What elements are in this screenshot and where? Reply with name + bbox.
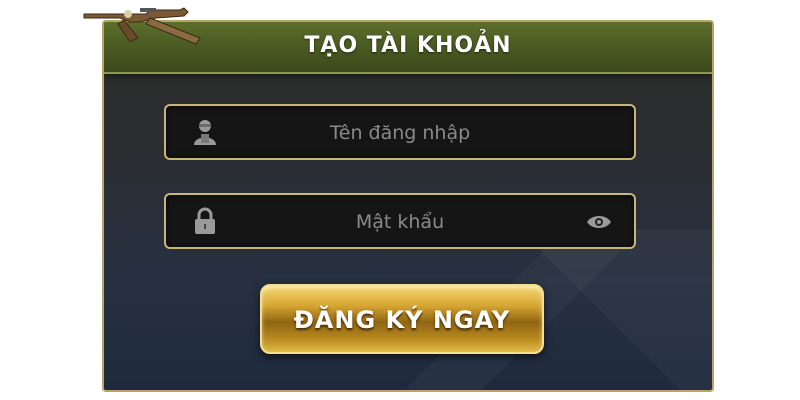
- register-dialog: TẠO TÀI KHOẢN Tên đăng nhập Mật khẩu ĐĂN…: [102, 20, 714, 392]
- username-field[interactable]: Tên đăng nhập: [164, 104, 636, 160]
- username-placeholder: Tên đăng nhập: [329, 122, 471, 144]
- password-field[interactable]: Mật khẩu: [164, 193, 636, 249]
- register-now-button[interactable]: ĐĂNG KÝ NGAY: [260, 284, 544, 354]
- eye-icon[interactable]: [586, 213, 612, 231]
- register-now-label: ĐĂNG KÝ NGAY: [293, 306, 511, 334]
- rifle-decoration-icon: [83, 7, 201, 45]
- password-placeholder: Mật khẩu: [355, 211, 445, 233]
